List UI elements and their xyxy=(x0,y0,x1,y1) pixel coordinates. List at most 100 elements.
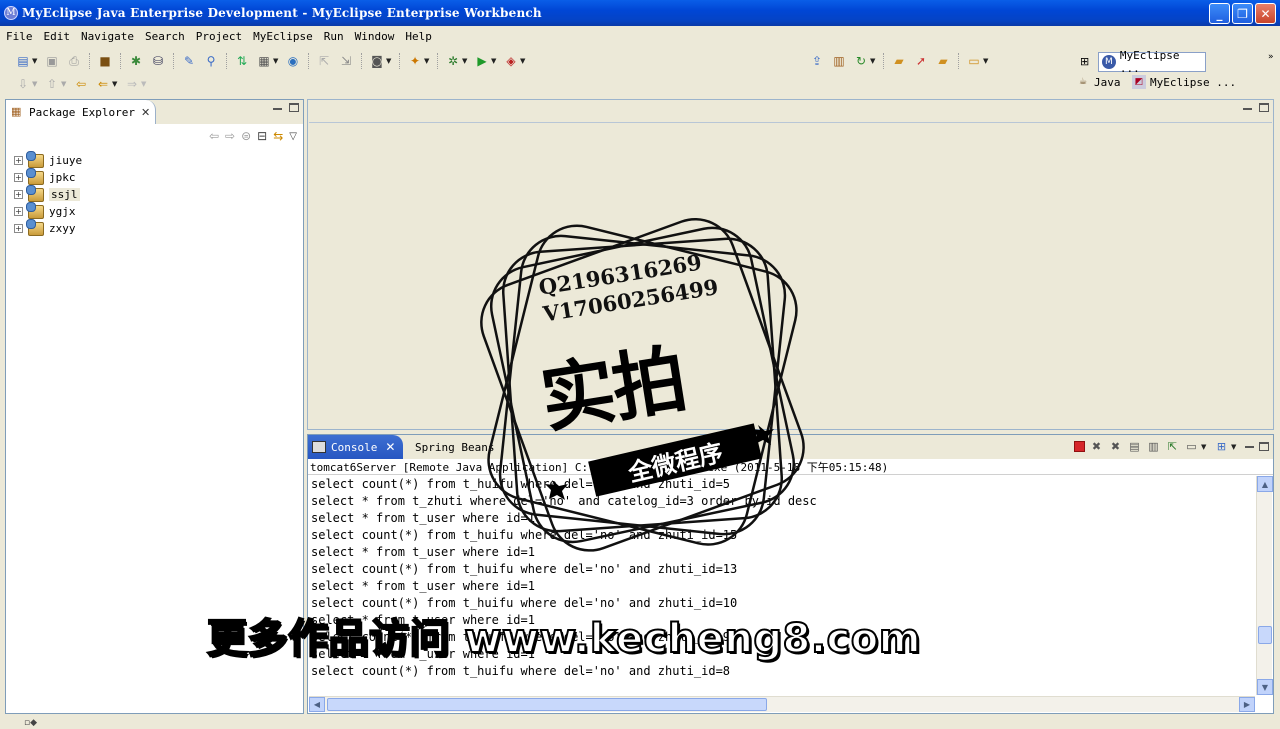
open-console-dropdown-icon[interactable]: ▼ xyxy=(1231,443,1237,451)
collapse-all-icon[interactable]: ⊟ xyxy=(257,129,267,143)
view-menu-icon[interactable]: ▽ xyxy=(289,131,297,142)
wand-icon[interactable]: ✎ xyxy=(181,53,197,69)
print-icon[interactable]: ⎙ xyxy=(66,53,82,69)
build-icon[interactable]: ✱ xyxy=(128,53,144,69)
save-icon[interactable]: ▣ xyxy=(44,53,60,69)
minimize-view-button[interactable] xyxy=(272,103,283,114)
expand-icon[interactable]: + xyxy=(14,173,23,182)
title-bar[interactable]: M MyEclipse Java Enterprise Development … xyxy=(0,0,1280,26)
minimize-console-button[interactable] xyxy=(1244,441,1255,452)
vertical-scroll-thumb[interactable] xyxy=(1258,626,1272,644)
bundle-icon[interactable]: ▥ xyxy=(831,53,847,69)
menu-search[interactable]: Search xyxy=(141,30,189,43)
run-dropdown-icon[interactable]: ▼ xyxy=(491,57,497,65)
close-icon[interactable]: ✕ xyxy=(385,440,395,454)
menu-edit[interactable]: Edit xyxy=(40,30,75,43)
menu-run[interactable]: Run xyxy=(320,30,348,43)
back-dropdown-icon[interactable]: ▼ xyxy=(112,80,118,88)
open-type-icon[interactable]: ⇱ xyxy=(316,53,332,69)
remove-launch-icon[interactable]: ✖ xyxy=(1089,439,1104,454)
remove-all-terminated-icon[interactable]: ✖ xyxy=(1108,439,1123,454)
perspective-java[interactable]: ☕ Java xyxy=(1076,75,1121,89)
new-wizard-dropdown-icon[interactable]: ▼ xyxy=(424,57,430,65)
pin-console-icon[interactable]: ⇱ xyxy=(1165,439,1180,454)
globe-icon[interactable]: ◉ xyxy=(285,53,301,69)
scroll-down-icon[interactable]: ▼ xyxy=(1257,679,1273,695)
debug-icon[interactable]: ✲ xyxy=(445,53,461,69)
tree-item-project[interactable]: + ssjl xyxy=(14,184,303,203)
debug-dropdown-icon[interactable]: ▼ xyxy=(462,57,468,65)
close-icon[interactable]: ✕ xyxy=(141,106,150,119)
browse-folder-icon[interactable]: ▭ xyxy=(966,53,982,69)
vertical-scrollbar[interactable]: ▲ ▼ xyxy=(1256,476,1273,695)
link-with-editor-icon[interactable]: ⇆ xyxy=(273,129,283,143)
horizontal-scrollbar[interactable]: ◀ ▶ xyxy=(309,696,1255,712)
horizontal-scroll-thumb[interactable] xyxy=(327,698,767,711)
refresh-icon[interactable]: ↻ xyxy=(853,53,869,69)
terminate-icon[interactable] xyxy=(1074,441,1085,452)
deploy-icon[interactable]: ⇅ xyxy=(234,53,250,69)
tree-item-project[interactable]: + jpkc xyxy=(14,167,303,186)
scroll-up-icon[interactable]: ▲ xyxy=(1257,476,1273,492)
editor-area[interactable] xyxy=(307,99,1274,430)
server-icon[interactable]: ▦ xyxy=(256,53,272,69)
external-tools-icon[interactable]: ◈ xyxy=(503,53,519,69)
folder-edit-icon[interactable]: ▰ xyxy=(935,53,951,69)
console-tab[interactable]: Console ✕ xyxy=(308,435,403,459)
forward-icon[interactable]: ⇨ xyxy=(225,129,235,143)
minimize-button[interactable]: _ xyxy=(1209,3,1230,24)
scroll-left-icon[interactable]: ◀ xyxy=(309,697,325,712)
spring-beans-tab[interactable]: Spring Beans xyxy=(415,435,494,459)
database-icon[interactable]: ⛁ xyxy=(150,53,166,69)
package-explorer-tab[interactable]: ▦ Package Explorer ✕ xyxy=(6,100,156,124)
maximize-button[interactable]: ❐ xyxy=(1232,3,1253,24)
scroll-right-icon[interactable]: ▶ xyxy=(1239,697,1255,712)
forward-dropdown-icon[interactable]: ▼ xyxy=(141,80,147,88)
up-icon[interactable]: ⊜ xyxy=(241,129,251,143)
browse-folder-dropdown-icon[interactable]: ▼ xyxy=(983,57,989,65)
server-dropdown-icon[interactable]: ▼ xyxy=(273,57,279,65)
last-edit-icon[interactable]: ⇦ xyxy=(73,76,89,92)
new-icon[interactable]: ▤ xyxy=(15,53,31,69)
clear-console-icon[interactable]: ▤ xyxy=(1127,439,1142,454)
package-icon[interactable]: ■ xyxy=(97,53,113,69)
back-icon[interactable]: ⇐ xyxy=(95,76,111,92)
forward-icon[interactable]: ⇒ xyxy=(124,76,140,92)
menu-project[interactable]: Project xyxy=(192,30,246,43)
fast-view-icon[interactable]: ▫◆ xyxy=(24,718,37,728)
prev-annotation-icon[interactable]: ⇧ xyxy=(44,76,60,92)
tree-item-project[interactable]: + zxyy xyxy=(14,218,303,237)
run-icon[interactable]: ▶ xyxy=(474,53,490,69)
close-button[interactable]: ✕ xyxy=(1255,3,1276,24)
expand-icon[interactable]: + xyxy=(14,156,23,165)
rocket-icon[interactable]: ➚ xyxy=(913,53,929,69)
search-wizard-icon[interactable]: ⚲ xyxy=(203,53,219,69)
display-console-dropdown-icon[interactable]: ▼ xyxy=(1201,443,1207,451)
toolbar-overflow-icon[interactable]: » xyxy=(1268,52,1274,62)
camera-dropdown-icon[interactable]: ▼ xyxy=(386,57,392,65)
open-perspective-icon[interactable]: ⊞ xyxy=(1080,55,1089,68)
external-tools-dropdown-icon[interactable]: ▼ xyxy=(520,57,526,65)
prev-annotation-dropdown-icon[interactable]: ▼ xyxy=(61,80,67,88)
camera-icon[interactable]: ◙ xyxy=(369,53,385,69)
scroll-lock-icon[interactable]: ▥ xyxy=(1146,439,1161,454)
maximize-console-button[interactable] xyxy=(1259,442,1269,451)
refresh-dropdown-icon[interactable]: ▼ xyxy=(870,57,876,65)
expand-icon[interactable]: + xyxy=(14,224,23,233)
menu-myeclipse[interactable]: MyEclipse xyxy=(249,30,317,43)
menu-navigate[interactable]: Navigate xyxy=(77,30,138,43)
new-wizard-icon[interactable]: ✦ xyxy=(407,53,423,69)
perspective-myeclipse-active[interactable]: M MyEclipse ... xyxy=(1098,49,1206,75)
expand-icon[interactable]: + xyxy=(14,190,23,199)
menu-file[interactable]: File xyxy=(2,30,37,43)
next-annotation-icon[interactable]: ⇩ xyxy=(15,76,31,92)
open-resource-icon[interactable]: ⇲ xyxy=(338,53,354,69)
maximize-editor-button[interactable] xyxy=(1259,103,1269,112)
minimize-editor-button[interactable] xyxy=(1242,103,1253,114)
expand-icon[interactable]: + xyxy=(14,207,23,216)
display-console-icon[interactable]: ▭ xyxy=(1184,439,1199,454)
open-folder-icon[interactable]: ▰ xyxy=(891,53,907,69)
tree-item-project[interactable]: + jiuye xyxy=(14,150,303,169)
menu-window[interactable]: Window xyxy=(351,30,399,43)
back-icon[interactable]: ⇦ xyxy=(209,129,219,143)
